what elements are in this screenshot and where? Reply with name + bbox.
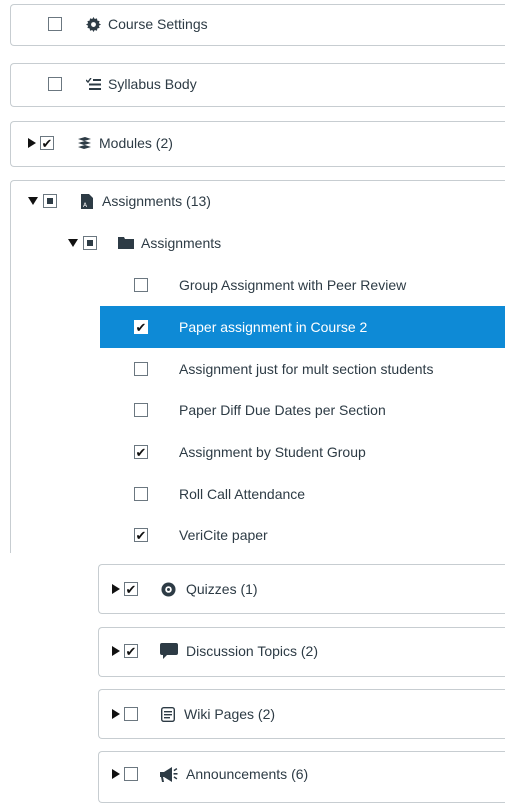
list-item[interactable]: Group Assignment with Peer Review [134,271,406,299]
document-icon: A [79,193,95,209]
wiki-pages-checkbox[interactable] [124,707,138,721]
modules-label: Modules (2) [99,135,173,151]
course-settings-row[interactable]: Course Settings [48,10,208,38]
list-item[interactable]: Roll Call Attendance [134,480,305,508]
course-settings-label: Course Settings [108,16,208,32]
syllabus-body-checkbox[interactable] [48,77,62,91]
list-item[interactable]: ✔ Assignment by Student Group [134,438,366,466]
item-label: Assignment just for mult section student… [179,361,434,377]
expand-arrow-icon[interactable] [112,769,120,779]
collapse-arrow-icon[interactable] [68,239,78,247]
announcements-checkbox[interactable] [124,767,138,781]
gear-icon [85,16,101,32]
course-settings-checkbox[interactable] [48,17,62,31]
assignments-group-label: Assignments [141,235,222,251]
list-item[interactable]: ✔ Paper assignment in Course 2 [134,313,367,341]
assignments-checkbox[interactable] [43,194,57,208]
speech-bubble-icon [160,643,178,659]
announcements-row[interactable]: Announcements (6) [112,760,308,788]
modules-row[interactable]: ✔ Modules (2) [28,129,173,157]
item-label: Group Assignment with Peer Review [179,277,407,293]
quizzes-row[interactable]: ✔ Quizzes (1) [112,575,258,603]
quiz-icon [160,581,176,597]
item-label: Assignment by Student Group [179,444,366,460]
discussion-topics-row[interactable]: ✔ Discussion Topics (2) [112,637,318,665]
quizzes-checkbox[interactable]: ✔ [124,582,138,596]
syllabus-body-row[interactable]: Syllabus Body [48,70,197,98]
discussion-topics-label: Discussion Topics (2) [186,643,319,659]
syllabus-body-label: Syllabus Body [108,76,197,92]
expand-arrow-icon[interactable] [112,709,120,719]
wiki-pages-label: Wiki Pages (2) [184,706,276,722]
item-checkbox[interactable] [134,362,148,376]
quizzes-label: Quizzes (1) [186,581,258,597]
item-label: Paper Diff Due Dates per Section [179,402,386,418]
item-checkbox[interactable]: ✔ [134,528,148,542]
selected-row-highlight[interactable]: ✔ Paper assignment in Course 2 [100,306,505,348]
wiki-pages-row[interactable]: Wiki Pages (2) [112,700,275,728]
megaphone-icon [160,766,178,782]
item-checkbox[interactable] [134,403,148,417]
folder-icon [118,237,134,249]
list-item[interactable]: Paper Diff Due Dates per Section [134,396,386,424]
pages-icon [160,706,176,722]
item-label: Paper assignment in Course 2 [179,319,368,335]
list-item[interactable]: Assignment just for mult section student… [134,355,433,383]
assignments-label: Assignments (13) [102,193,211,209]
item-checkbox[interactable]: ✔ [134,445,148,459]
assignments-group-row[interactable]: Assignments [68,229,221,257]
stack-icon [76,136,92,150]
announcements-label: Announcements (6) [186,766,309,782]
item-label: VeriCite paper [179,527,268,543]
collapse-arrow-icon[interactable] [28,197,38,205]
item-checkbox[interactable] [134,278,148,292]
item-checkbox[interactable]: ✔ [134,320,148,334]
assignments-row[interactable]: A Assignments (13) [28,187,211,215]
modules-checkbox[interactable]: ✔ [40,136,54,150]
expand-arrow-icon[interactable] [28,138,36,148]
item-checkbox[interactable] [134,487,148,501]
expand-arrow-icon[interactable] [112,584,120,594]
list-item[interactable]: ✔ VeriCite paper [134,521,268,549]
discussion-topics-checkbox[interactable]: ✔ [124,644,138,658]
expand-arrow-icon[interactable] [112,646,120,656]
assignments-group-checkbox[interactable] [83,236,97,250]
list-icon [85,77,101,91]
item-label: Roll Call Attendance [179,486,306,502]
